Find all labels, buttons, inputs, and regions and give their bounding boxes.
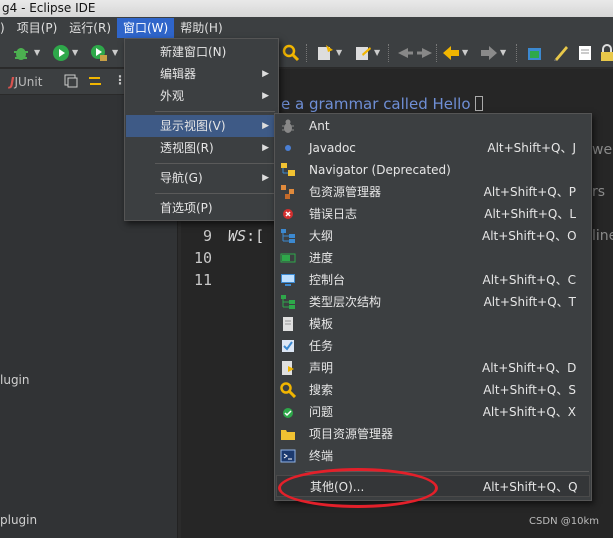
menu-item-navigation[interactable]: 导航(G) ▶: [126, 167, 277, 189]
view-item-javadoc[interactable]: Javadoc Alt+Shift+Q、J: [276, 137, 590, 159]
view-item-problems[interactable]: 问题 Alt+Shift+Q、X: [276, 401, 590, 423]
back-arrow-icon[interactable]: [442, 44, 460, 62]
menu-item-preferences[interactable]: 首选项(P): [126, 197, 277, 219]
toolbar-separator: [436, 44, 438, 62]
view-item-declaration[interactable]: 声明 Alt+Shift+Q、D: [276, 357, 590, 379]
left-tree-item[interactable]: lugin: [0, 373, 30, 387]
main-toolbar: ▼ ▼ ▼ ▼ ▼ ▼ ▼: [0, 38, 613, 68]
line-number: 10: [193, 249, 212, 267]
watermark: CSDN @10km: [529, 516, 599, 527]
window-title-bar: g4 - Eclipse IDE: [0, 0, 613, 17]
tasks-icon: [282, 340, 294, 352]
submenu-arrow-icon: ▶: [262, 143, 269, 153]
toolbar-separator: [306, 44, 308, 62]
code-line: WS:[: [228, 227, 265, 245]
menu-run[interactable]: 运行(R): [63, 18, 117, 38]
menu-separator: [155, 193, 275, 194]
debug-icon[interactable]: [12, 44, 30, 62]
package-explorer-icon: [281, 185, 294, 199]
menu-item-perspective[interactable]: 透视图(R) ▶: [126, 137, 277, 159]
run-external-icon[interactable]: [90, 44, 108, 62]
navigator-icon: [281, 163, 295, 176]
editor-text-fragment: we: [592, 142, 613, 158]
toolbar-separator: [388, 44, 390, 62]
declaration-icon: [282, 361, 294, 375]
view-item-error-log[interactable]: 错误日志 Alt+Shift+Q、L: [276, 203, 590, 225]
annotation-dropdown-icon[interactable]: ▼: [336, 44, 344, 62]
annotation-ellipse: [278, 468, 438, 508]
window-menu: 新建窗口(N) 编辑器 ▶ 外观 ▶ 显示视图(V) ▶ 透视图(R) ▶ 导航(G) ▶…: [124, 38, 279, 221]
run-dropdown-icon[interactable]: ▼: [72, 44, 80, 62]
edit-icon[interactable]: [354, 44, 372, 62]
menu-separator: [155, 163, 275, 164]
line-number: 11: [193, 271, 212, 289]
show-view-submenu: Ant Javadoc Alt+Shift+Q、J Navigator (Depr…: [274, 113, 592, 501]
edit-dropdown-icon[interactable]: ▼: [374, 44, 382, 62]
text-cursor-box: [475, 96, 483, 111]
left-tree-item[interactable]: plugin: [0, 513, 37, 527]
view-item-type-hierarchy[interactable]: 类型层次结构 Alt+Shift+Q、T: [276, 291, 590, 313]
annotation-icon[interactable]: [316, 44, 334, 62]
templates-icon: [283, 317, 293, 331]
run-external-dropdown-icon[interactable]: ▼: [112, 44, 120, 62]
view-item-progress[interactable]: 进度: [276, 247, 590, 269]
window-title: g4 - Eclipse IDE: [2, 1, 96, 15]
menu-project[interactable]: 项目(P): [11, 18, 64, 38]
menu-item-show-view[interactable]: 显示视图(V) ▶: [126, 115, 277, 137]
back-dropdown-icon[interactable]: ▼: [462, 44, 470, 62]
submenu-arrow-icon: ▶: [262, 69, 269, 79]
project-explorer-icon: [281, 430, 295, 440]
view-item-search[interactable]: 搜索 Alt+Shift+Q、S: [276, 379, 590, 401]
menu-help[interactable]: 帮助(H): [174, 18, 228, 38]
error-log-icon: [283, 209, 293, 219]
menu-item-new-window[interactable]: 新建窗口(N): [126, 41, 277, 63]
next-annotation-icon[interactable]: [396, 44, 414, 62]
search-icon: [280, 382, 296, 398]
junit-tab[interactable]: JJUnit: [10, 75, 42, 89]
view-item-outline[interactable]: 大纲 Alt+Shift+Q、O: [276, 225, 590, 247]
view-item-console[interactable]: 控制台 Alt+Shift+Q、C: [276, 269, 590, 291]
menu-item-editor[interactable]: 编辑器 ▶: [126, 63, 277, 85]
toolbar-separator: [516, 44, 518, 62]
problems-icon: [283, 408, 293, 418]
view-item-terminal[interactable]: 终端: [276, 445, 590, 467]
submenu-arrow-icon: ▶: [262, 91, 269, 101]
menu-separator: [155, 111, 275, 112]
progress-icon: [280, 253, 296, 263]
console-icon: [281, 274, 295, 286]
editor-comment: e a grammar called Hello: [281, 95, 471, 113]
menu-run-fragment[interactable]: ): [0, 18, 11, 38]
type-hierarchy-icon: [281, 295, 295, 309]
line-number: 9: [202, 227, 212, 245]
document-icon[interactable]: [576, 44, 594, 62]
view-item-navigator[interactable]: Navigator (Deprecated): [276, 159, 590, 181]
ant-icon: [282, 119, 294, 133]
outline-icon: [281, 229, 295, 243]
submenu-arrow-icon: ▶: [262, 173, 269, 183]
editor-text-fragment: rs: [592, 184, 606, 200]
sync-icon[interactable]: [88, 74, 102, 88]
submenu-arrow-icon: ▶: [262, 121, 269, 131]
editor-text-fragment: line: [592, 228, 613, 244]
debug-dropdown-icon[interactable]: ▼: [34, 44, 42, 62]
view-item-project-explorer[interactable]: 项目资源管理器: [276, 423, 590, 445]
pen-icon[interactable]: [552, 44, 570, 62]
forward-dropdown-icon[interactable]: ▼: [500, 44, 508, 62]
view-item-templates[interactable]: 模板: [276, 313, 590, 335]
menu-window[interactable]: 窗口(W): [117, 17, 175, 38]
prev-annotation-icon[interactable]: [416, 44, 434, 62]
lock-icon[interactable]: [598, 44, 613, 62]
terminal-icon: [280, 449, 296, 463]
view-item-tasks[interactable]: 任务: [276, 335, 590, 357]
menu-bar: ) 项目(P) 运行(R) 窗口(W) 帮助(H): [0, 17, 613, 38]
search-toolbar-icon[interactable]: [282, 44, 300, 62]
javadoc-icon: [285, 145, 291, 151]
view-item-package-explorer[interactable]: 包资源管理器 Alt+Shift+Q、P: [276, 181, 590, 203]
menu-item-appearance[interactable]: 外观 ▶: [126, 85, 277, 107]
perspective-icon[interactable]: [526, 44, 544, 62]
forward-arrow-icon[interactable]: [480, 44, 498, 62]
view-item-ant[interactable]: Ant: [276, 115, 590, 137]
collapse-icon[interactable]: [64, 74, 78, 88]
run-icon[interactable]: [52, 44, 70, 62]
